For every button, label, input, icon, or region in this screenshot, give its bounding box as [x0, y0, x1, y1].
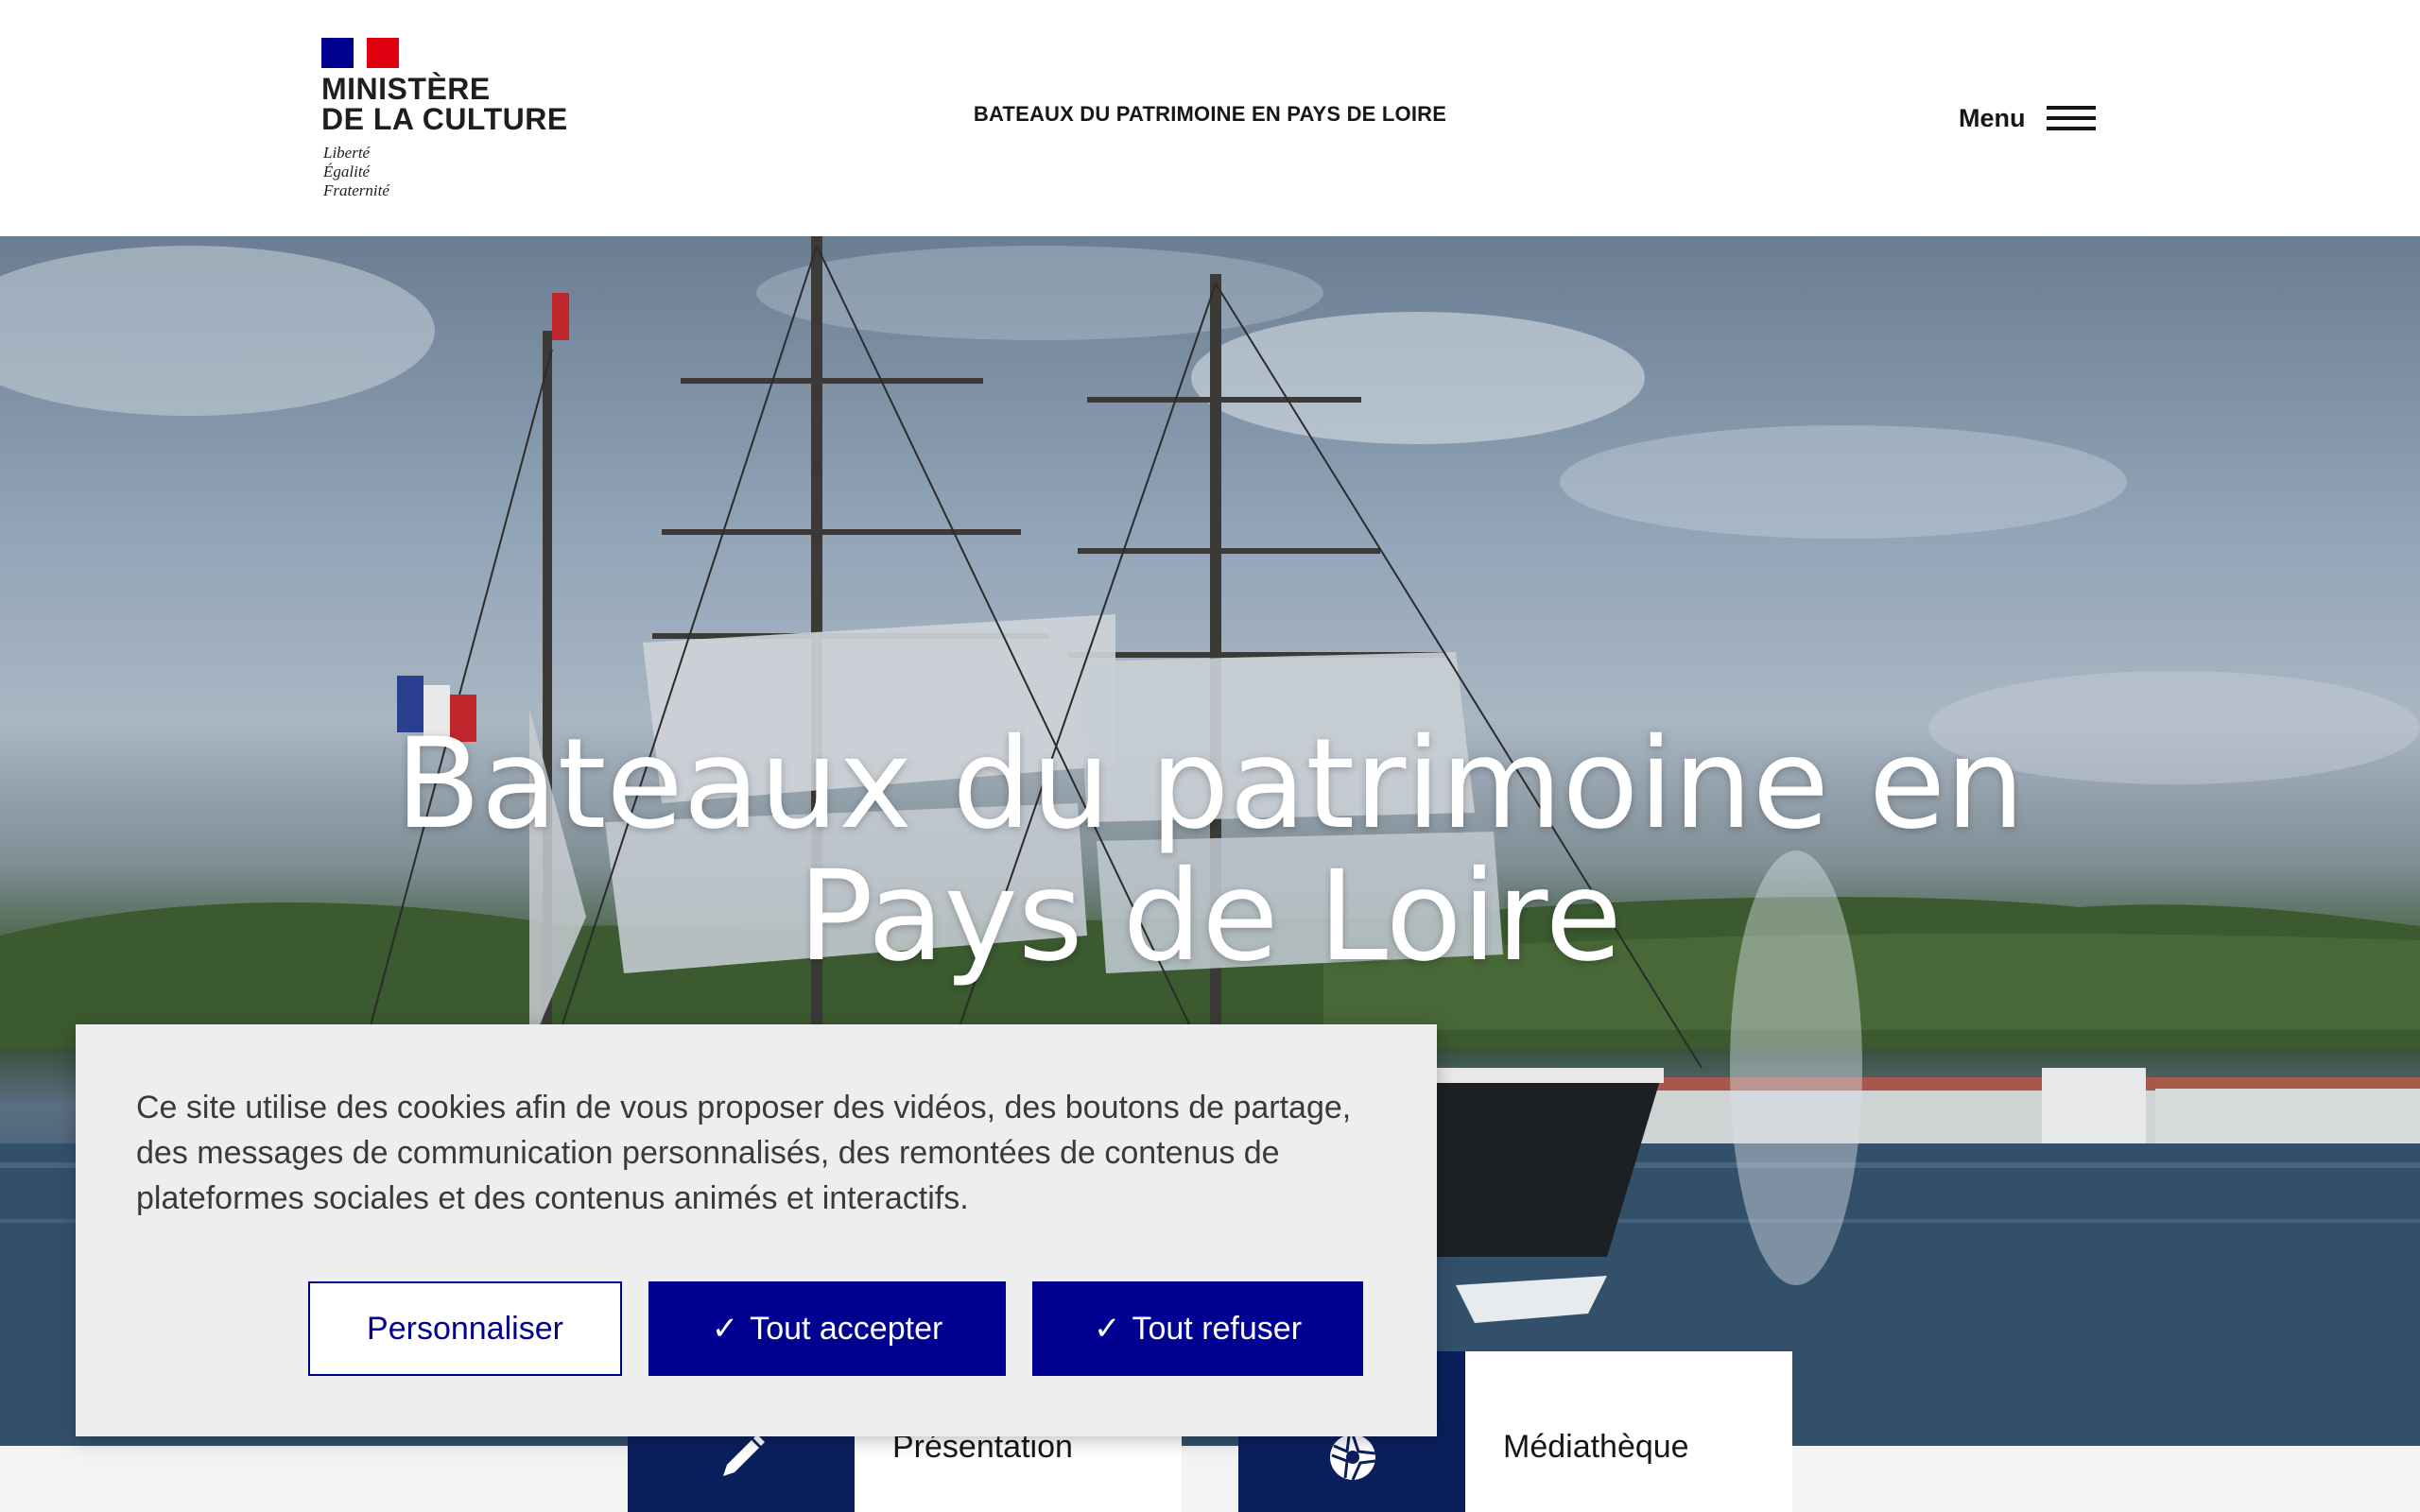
motto-egalite: Égalité — [323, 163, 371, 180]
refuse-all-button[interactable]: ✓ Tout refuser — [1032, 1281, 1363, 1376]
logo-title-line1: MINISTÈRE — [321, 72, 491, 106]
site-name[interactable]: BATEAUX DU PATRIMOINE EN PAYS DE LOIRE — [945, 102, 1475, 127]
refuse-all-label: Tout refuser — [1132, 1310, 1303, 1347]
personalize-button[interactable]: Personnaliser — [308, 1281, 622, 1376]
hero-title: Bateaux du patrimoine en Pays de Loire — [0, 718, 2420, 983]
accept-all-label: Tout accepter — [750, 1310, 943, 1347]
check-icon: ✓ — [711, 1311, 739, 1347]
motto-fraternite: Fraternité — [323, 181, 389, 199]
marianne-flag-icon — [321, 38, 399, 68]
ministere-logo[interactable]: MINISTÈRE DE LA CULTURE Liberté Égalité … — [321, 38, 567, 208]
tile-mediatheque-label-box: Médiathèque — [1465, 1351, 1792, 1512]
menu-label: Menu — [1959, 103, 2026, 132]
logo-motto: Liberté Égalité Fraternité — [323, 144, 389, 200]
tile-mediatheque-label: Médiathèque — [1503, 1429, 1689, 1465]
check-icon: ✓ — [1093, 1311, 1121, 1347]
pencil-icon — [723, 1435, 765, 1476]
camera-aperture-icon — [1330, 1434, 1376, 1481]
logo-title: MINISTÈRE DE LA CULTURE — [321, 74, 567, 134]
logo-title-line2: DE LA CULTURE — [321, 102, 568, 136]
hamburger-icon — [2046, 104, 2096, 132]
menu-button[interactable]: Menu — [1959, 94, 2096, 142]
tiles-strip — [0, 1446, 2420, 1512]
accept-all-button[interactable]: ✓ Tout accepter — [648, 1281, 1006, 1376]
motto-liberte: Liberté — [323, 144, 371, 162]
site-header: MINISTÈRE DE LA CULTURE Liberté Égalité … — [0, 0, 2420, 236]
personalize-label: Personnaliser — [367, 1310, 563, 1347]
cookie-banner: Ce site utilise des cookies afin de vous… — [76, 1024, 1437, 1436]
cookie-text: Ce site utilise des cookies afin de vous… — [136, 1090, 1352, 1216]
hero-title-line2: Pays de Loire — [798, 844, 1622, 989]
hero-title-line1: Bateaux du patrimoine en — [395, 712, 2025, 857]
